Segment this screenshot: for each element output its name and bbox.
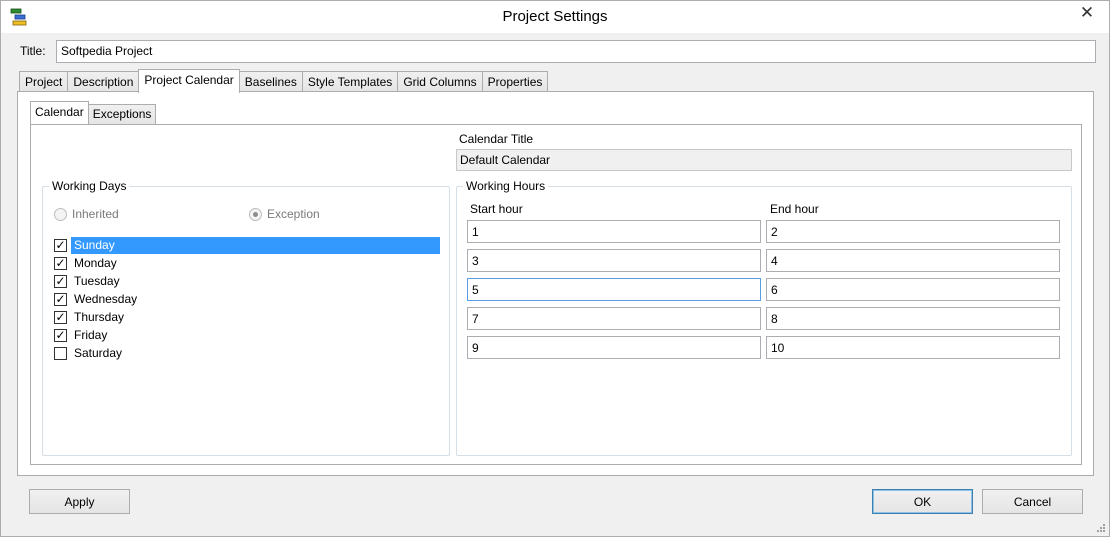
sunday-checkbox[interactable]: ✓ [54, 238, 67, 252]
inherited-radio-label: Inherited [72, 207, 119, 221]
sunday-label: Sunday [71, 236, 440, 254]
end-hour-input-2[interactable]: 4 [766, 249, 1060, 272]
close-button[interactable]: ✕ [1072, 2, 1102, 24]
wednesday-label: Wednesday [74, 291, 138, 306]
cancel-button[interactable]: Cancel [982, 489, 1083, 514]
working-hours-group: Working Hours Start hour End hour 1 2 3 … [456, 179, 1072, 456]
working-days-group: Working Days Inherited Exception ✓ Sunda… [42, 179, 450, 456]
working-days-list: ✓ Sunday ✓ Monday ✓ Tuesday ✓ Wednesday [54, 236, 440, 362]
tab-project[interactable]: Project [19, 71, 69, 92]
tab-properties[interactable]: Properties [481, 71, 549, 92]
end-hour-input-4[interactable]: 8 [766, 307, 1060, 330]
saturday-checkbox[interactable] [54, 346, 67, 360]
working-hours-legend: Working Hours [463, 179, 549, 193]
friday-label: Friday [74, 327, 108, 342]
exception-radio-label: Exception [267, 207, 320, 221]
exception-radio-circle [249, 207, 262, 221]
title-bar[interactable]: Project Settings ✕ [1, 1, 1109, 33]
wednesday-checkbox[interactable]: ✓ [54, 292, 67, 306]
ok-button[interactable]: OK [872, 489, 973, 514]
saturday-label: Saturday [74, 345, 123, 360]
start-hour-input-4[interactable]: 7 [467, 307, 761, 330]
tab-baselines[interactable]: Baselines [238, 71, 303, 92]
thursday-label: Thursday [74, 309, 125, 324]
start-hour-input-5[interactable]: 9 [467, 336, 761, 359]
monday-checkbox[interactable]: ✓ [54, 256, 67, 270]
tab-project-calendar[interactable]: Project Calendar [138, 69, 240, 93]
project-settings-window: Project Settings ✕ Title: Softpedia Proj… [0, 0, 1110, 537]
inherited-radio-circle [54, 207, 67, 221]
title-label: Title: [20, 44, 46, 58]
start-hour-input-2[interactable]: 3 [467, 249, 761, 272]
start-hour-header: Start hour [470, 202, 523, 216]
end-hour-header: End hour [770, 202, 819, 216]
monday-label: Monday [74, 255, 117, 270]
tab-description[interactable]: Description [67, 71, 140, 92]
day-row-tuesday[interactable]: ✓ Tuesday [54, 272, 440, 290]
start-hour-input-3[interactable]: 5 [467, 278, 761, 301]
tab-calendar[interactable]: Calendar [30, 101, 89, 124]
end-hour-input-5[interactable]: 10 [766, 336, 1060, 359]
day-row-saturday[interactable]: Saturday [54, 344, 440, 362]
tab-grid-columns[interactable]: Grid Columns [397, 71, 483, 92]
calendar-title-field: Default Calendar [456, 149, 1072, 171]
close-icon: ✕ [1079, 3, 1095, 22]
tuesday-label: Tuesday [74, 273, 120, 288]
resize-grip-icon[interactable] [1096, 523, 1106, 533]
day-row-friday[interactable]: ✓ Friday [54, 326, 440, 344]
tab-exceptions[interactable]: Exceptions [87, 104, 157, 124]
start-hour-input-1[interactable]: 1 [467, 220, 761, 243]
end-hour-input-1[interactable]: 2 [766, 220, 1060, 243]
end-hour-input-3[interactable]: 6 [766, 278, 1060, 301]
project-title-input[interactable]: Softpedia Project [56, 40, 1096, 63]
tuesday-checkbox[interactable]: ✓ [54, 274, 67, 288]
friday-checkbox[interactable]: ✓ [54, 328, 67, 342]
day-row-monday[interactable]: ✓ Monday [54, 254, 440, 272]
day-row-thursday[interactable]: ✓ Thursday [54, 308, 440, 326]
exception-radio[interactable]: Exception [249, 207, 320, 221]
inherited-radio[interactable]: Inherited [54, 207, 119, 221]
project-title-row: Title: Softpedia Project [20, 40, 1097, 64]
calendar-title-label: Calendar Title [459, 132, 534, 146]
apply-button[interactable]: Apply [29, 489, 130, 514]
working-days-legend: Working Days [49, 179, 130, 193]
project-calendar-panel: Calendar Exceptions Calendar Title Defau… [17, 91, 1094, 476]
calendar-tab-strip: Calendar Exceptions [30, 101, 157, 124]
day-row-sunday[interactable]: ✓ Sunday [54, 236, 440, 254]
settings-tab-strip: Project Description Project Calendar Bas… [19, 69, 549, 93]
thursday-checkbox[interactable]: ✓ [54, 310, 67, 324]
window-title: Project Settings [502, 8, 608, 25]
tab-style-templates[interactable]: Style Templates [301, 71, 399, 92]
calendar-panel: Calendar Title Default Calendar Working … [30, 124, 1082, 465]
day-row-wednesday[interactable]: ✓ Wednesday [54, 290, 440, 308]
